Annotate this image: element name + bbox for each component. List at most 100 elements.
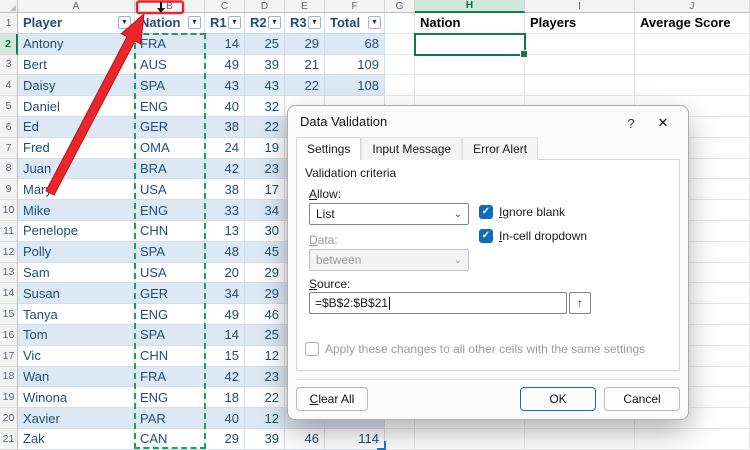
close-icon[interactable]: ✕ [650, 113, 676, 133]
cell-D17[interactable]: 12 [245, 346, 285, 367]
cell-A10[interactable]: Mike [18, 200, 135, 221]
cell-G21[interactable] [385, 429, 415, 450]
cell-C4[interactable]: 43 [205, 75, 245, 96]
cell-J4[interactable] [635, 75, 750, 96]
cancel-button[interactable]: Cancel [604, 387, 680, 411]
cell-B15[interactable]: ENG [135, 304, 205, 325]
cell-B21[interactable]: CAN [135, 429, 205, 450]
cell-C16[interactable]: 14 [205, 325, 245, 346]
column-header-D[interactable]: D [245, 0, 285, 13]
column-header-H[interactable]: H [415, 0, 525, 13]
filter-button[interactable]: ▼ [188, 16, 201, 29]
cell-B10[interactable]: ENG [135, 200, 205, 221]
cell-D20[interactable]: 12 [245, 408, 285, 429]
filter-button[interactable]: ▼ [308, 16, 321, 29]
cell-A16[interactable]: Tom [18, 325, 135, 346]
row-header-1[interactable]: 1 [0, 13, 18, 34]
cell-C12[interactable]: 48 [205, 242, 245, 263]
cell-G1[interactable] [385, 13, 415, 34]
cell-A17[interactable]: Vic [18, 346, 135, 367]
cell-B5[interactable]: ENG [135, 96, 205, 117]
row-header-16[interactable]: 16 [0, 325, 18, 346]
cell-I4[interactable] [525, 75, 635, 96]
filter-button[interactable]: ▼ [118, 16, 131, 29]
row-header-19[interactable]: 19 [0, 387, 18, 408]
ok-button[interactable]: OK [520, 387, 596, 411]
header-cell-C1[interactable]: R1▼ [205, 13, 245, 34]
column-header-B[interactable]: B [135, 0, 205, 13]
cell-D13[interactable]: 29 [245, 263, 285, 284]
cell-B14[interactable]: GER [135, 283, 205, 304]
cell-F4[interactable]: 108 [325, 75, 385, 96]
cell-B7[interactable]: OMA [135, 138, 205, 159]
cell-B3[interactable]: AUS [135, 55, 205, 76]
fill-handle[interactable] [520, 50, 528, 58]
cell-I2[interactable] [525, 34, 635, 55]
cell-A8[interactable]: Juan [18, 159, 135, 180]
header-cell-E1[interactable]: R3▼ [285, 13, 325, 34]
row-header-2[interactable]: 2 [0, 34, 18, 55]
column-header-E[interactable]: E [285, 0, 325, 13]
cell-C6[interactable]: 38 [205, 117, 245, 138]
cell-F2[interactable]: 68 [325, 34, 385, 55]
column-header-C[interactable]: C [205, 0, 245, 13]
cell-C2[interactable]: 14 [205, 34, 245, 55]
apply-to-all-checkbox[interactable]: Apply these changes to all other cells w… [305, 342, 645, 356]
cell-C18[interactable]: 42 [205, 367, 245, 388]
row-header-15[interactable]: 15 [0, 304, 18, 325]
column-header-A[interactable]: A [18, 0, 135, 13]
cell-E21[interactable]: 46 [285, 429, 325, 450]
incell-dropdown-checkbox[interactable]: ✓ In-cell dropdown [479, 229, 587, 243]
cell-G2[interactable] [385, 34, 415, 55]
row-header-4[interactable]: 4 [0, 75, 18, 96]
cell-D3[interactable]: 39 [245, 55, 285, 76]
cell-B9[interactable]: USA [135, 179, 205, 200]
tab-settings[interactable]: Settings [296, 137, 361, 160]
column-header-G[interactable]: G [385, 0, 415, 13]
cell-H21[interactable] [415, 429, 525, 450]
filter-button[interactable]: ▼ [368, 16, 381, 29]
cell-C7[interactable]: 24 [205, 138, 245, 159]
cell-B18[interactable]: FRA [135, 367, 205, 388]
filter-button[interactable]: ▼ [228, 16, 241, 29]
cell-A2[interactable]: Antony [18, 34, 135, 55]
allow-dropdown[interactable]: List ⌄ [309, 203, 469, 225]
cell-D18[interactable]: 23 [245, 367, 285, 388]
cell-H1[interactable]: Nation [415, 13, 525, 34]
cell-E2[interactable]: 29 [285, 34, 325, 55]
cell-G3[interactable] [385, 55, 415, 76]
cell-C10[interactable]: 33 [205, 200, 245, 221]
cell-A6[interactable]: Ed [18, 117, 135, 138]
tab-error-alert[interactable]: Error Alert [462, 137, 538, 160]
row-header-21[interactable]: 21 [0, 429, 18, 450]
source-input[interactable]: =$B$2:$B$21 [309, 292, 567, 314]
cell-I1[interactable]: Players [525, 13, 635, 34]
cell-C15[interactable]: 49 [205, 304, 245, 325]
cell-A14[interactable]: Susan [18, 283, 135, 304]
cell-C20[interactable]: 40 [205, 408, 245, 429]
cell-C14[interactable]: 34 [205, 283, 245, 304]
cell-J2[interactable] [635, 34, 750, 55]
cell-C17[interactable]: 15 [205, 346, 245, 367]
cell-D6[interactable]: 22 [245, 117, 285, 138]
cell-C3[interactable]: 49 [205, 55, 245, 76]
header-cell-A1[interactable]: Player▼ [18, 13, 135, 34]
cell-J1[interactable]: Average Score [635, 13, 750, 34]
cell-A20[interactable]: Xavier [18, 408, 135, 429]
cell-D21[interactable]: 39 [245, 429, 285, 450]
cell-D14[interactable]: 29 [245, 283, 285, 304]
tab-input-message[interactable]: Input Message [361, 137, 462, 160]
header-cell-F1[interactable]: Total▼ [325, 13, 385, 34]
row-header-11[interactable]: 11 [0, 221, 18, 242]
cell-H3[interactable] [415, 55, 525, 76]
cell-C5[interactable]: 40 [205, 96, 245, 117]
cell-A9[interactable]: Mary [18, 179, 135, 200]
cell-C19[interactable]: 18 [205, 387, 245, 408]
cell-G4[interactable] [385, 75, 415, 96]
range-picker-button[interactable]: ↑ [569, 292, 591, 314]
cell-I21[interactable] [525, 429, 635, 450]
cell-D11[interactable]: 30 [245, 221, 285, 242]
cell-A15[interactable]: Tanya [18, 304, 135, 325]
row-header-5[interactable]: 5 [0, 96, 18, 117]
cell-D10[interactable]: 34 [245, 200, 285, 221]
